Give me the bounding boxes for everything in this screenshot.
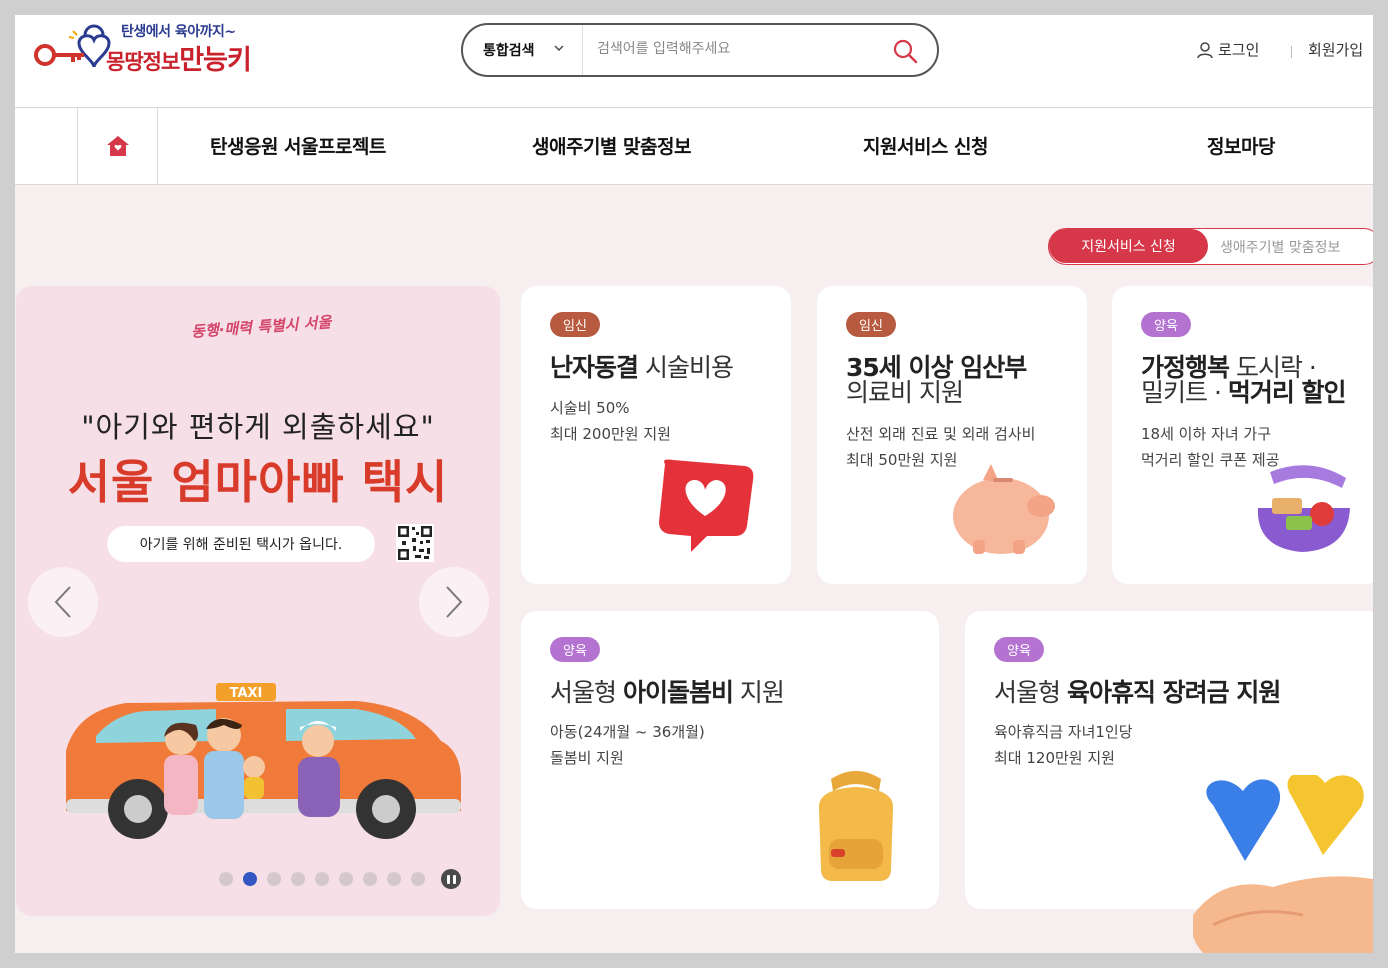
toggle-apply-service[interactable]: 지원서비스 신청 bbox=[1049, 229, 1208, 263]
card-line-2: 돌봄비 지원 bbox=[550, 749, 624, 767]
banner-next-button[interactable] bbox=[419, 567, 489, 637]
nav-home-button[interactable] bbox=[77, 108, 158, 184]
card-line-1: 육아휴직금 자녀1인당 bbox=[994, 723, 1133, 741]
card-line-1: 시술비 50% bbox=[550, 399, 630, 417]
category-badge: 임신 bbox=[846, 312, 896, 337]
service-card-meal-kit-discount[interactable]: 양육 가정행복 도시락 · 밀키트 · 먹거리 할인 18세 이하 자녀 가구 먹… bbox=[1112, 286, 1373, 584]
card-title-line2-bold: 먹거리 할인 bbox=[1227, 378, 1347, 407]
qr-code-icon bbox=[396, 524, 434, 562]
banner-title: 서울 엄마아빠 택시 bbox=[67, 455, 449, 509]
signup-link[interactable]: 회원가입 bbox=[1308, 39, 1363, 60]
hand-hearts-illustration bbox=[1193, 775, 1373, 953]
card-line-2: 최대 200만원 지원 bbox=[550, 425, 671, 443]
card-title: 서울형 아이돌봄비 지원 bbox=[550, 678, 785, 707]
search-input[interactable] bbox=[597, 36, 877, 62]
login-link[interactable]: 로그인 bbox=[1196, 39, 1259, 60]
carousel-dot[interactable] bbox=[411, 872, 425, 886]
card-title: 35세 이상 임산부 의료비 지원 bbox=[846, 355, 1027, 407]
category-badge: 임신 bbox=[550, 312, 600, 337]
card-line-1: 산전 외래 진료 및 외래 검사비 bbox=[846, 425, 1036, 443]
category-badge: 양육 bbox=[994, 637, 1044, 662]
banner-carousel[interactable]: 동행·매력 특별시 서울 "아기와 편하게 외출하세요" 서울 엄마아빠 택시 … bbox=[16, 286, 500, 916]
banner-slogan: 동행·매력 특별시 서울 bbox=[190, 313, 332, 341]
backpack-icon bbox=[818, 771, 894, 881]
heart-bubble-icon bbox=[659, 459, 754, 552]
logo-title-a: 몽땅정보 bbox=[106, 50, 180, 74]
header-divider bbox=[1291, 46, 1292, 58]
site-header: 탄생에서 육아까지~ 몽땅정보만능키 통합검색 로그인 회원가입 bbox=[15, 15, 1373, 108]
chevron-left-icon bbox=[54, 586, 71, 618]
site-logo[interactable]: 탄생에서 육아까지~ 몽땅정보만능키 bbox=[33, 15, 263, 77]
carousel-dot[interactable] bbox=[219, 872, 233, 886]
piggy-bank-icon bbox=[953, 464, 1055, 554]
pause-icon-bar bbox=[446, 874, 450, 884]
taxi-family-illustration: TAXI bbox=[66, 683, 461, 839]
card-line-2: 최대 120만원 지원 bbox=[994, 749, 1115, 767]
service-card-egg-freezing[interactable]: 임신 난자동결 시술비용 시술비 50% 최대 200만원 지원 bbox=[521, 286, 791, 584]
carousel-dot[interactable] bbox=[363, 872, 377, 886]
view-toggle: 지원서비스 신청 생애주기별 맞춤정보 bbox=[1048, 228, 1373, 265]
lunchbox-icon bbox=[1257, 465, 1350, 552]
service-card-childcare-subsidy[interactable]: 양육 서울형 아이돌봄비 지원 아동(24개월 ~ 36개월) 돌봄비 지원 bbox=[521, 611, 939, 909]
card-title-bold: 난자동결 bbox=[550, 353, 639, 382]
card-title-pre: 서울형 bbox=[550, 678, 623, 707]
card-line-1: 아동(24개월 ~ 36개월) bbox=[550, 723, 705, 741]
page-frame: 탄생에서 육아까지~ 몽땅정보만능키 통합검색 로그인 회원가입 탄생응원 서울… bbox=[15, 15, 1373, 953]
carousel-dot[interactable] bbox=[291, 872, 305, 886]
banner-prev-button[interactable] bbox=[28, 567, 98, 637]
nav-item-birth-project[interactable]: 탄생응원 서울프로젝트 bbox=[210, 132, 386, 159]
card-title-rest: 시술비용 bbox=[638, 353, 734, 382]
card-title: 서울형 육아휴직 장려금 지원 bbox=[994, 678, 1281, 707]
pause-icon-bar bbox=[452, 874, 456, 884]
card-title: 가정행복 도시락 · 밀키트 · 먹거리 할인 bbox=[1141, 355, 1347, 407]
taxi-sign-text: TAXI bbox=[230, 686, 263, 701]
banner-quote: "아기와 편하게 외출하세요" bbox=[81, 410, 435, 444]
logo-title: 몽땅정보만능키 bbox=[106, 38, 252, 77]
service-card-older-pregnancy[interactable]: 임신 35세 이상 임산부 의료비 지원 산전 외래 진료 및 외래 검사비 최대… bbox=[817, 286, 1087, 584]
chevron-down-icon[interactable] bbox=[553, 42, 565, 54]
carousel-pagination bbox=[219, 869, 461, 889]
search-icon[interactable] bbox=[891, 37, 919, 65]
search-divider bbox=[582, 25, 583, 75]
card-title-bold: 아이돌봄비 bbox=[622, 678, 734, 707]
search-type-select[interactable]: 통합검색 bbox=[483, 40, 535, 60]
login-label: 로그인 bbox=[1218, 41, 1260, 59]
card-title-bold: 육아휴직 장려금 지원 bbox=[1066, 678, 1281, 707]
user-icon bbox=[1197, 41, 1213, 58]
category-badge: 양육 bbox=[550, 637, 600, 662]
nav-item-info-board[interactable]: 정보마당 bbox=[1207, 132, 1275, 159]
nav-item-apply-service[interactable]: 지원서비스 신청 bbox=[863, 132, 988, 159]
carousel-dot-active[interactable] bbox=[243, 872, 257, 886]
card-title-rest: 의료비 지원 bbox=[846, 378, 964, 407]
carousel-dot[interactable] bbox=[339, 872, 353, 886]
home-icon bbox=[106, 136, 129, 156]
chevron-right-icon bbox=[446, 586, 463, 618]
card-line-2: 최대 50만원 지원 bbox=[846, 451, 958, 469]
main-nav: 탄생응원 서울프로젝트 생애주기별 맞춤정보 지원서비스 신청 정보마당 bbox=[15, 108, 1373, 185]
banner-pill: 아기를 위해 준비된 택시가 옵니다. bbox=[107, 526, 375, 562]
logo-title-b: 만능키 bbox=[179, 45, 252, 76]
search-bar: 통합검색 bbox=[461, 23, 939, 77]
carousel-dot[interactable] bbox=[315, 872, 329, 886]
carousel-pause-button[interactable] bbox=[441, 869, 461, 889]
card-title: 난자동결 시술비용 bbox=[550, 353, 734, 382]
carousel-dot[interactable] bbox=[387, 872, 401, 886]
card-title-line2-rest: 밀키트 · bbox=[1141, 378, 1228, 407]
nav-item-lifecycle-info[interactable]: 생애주기별 맞춤정보 bbox=[532, 132, 691, 159]
category-badge: 양육 bbox=[1141, 312, 1191, 337]
toggle-lifecycle-info[interactable]: 생애주기별 맞춤정보 bbox=[1220, 237, 1340, 257]
carousel-dot[interactable] bbox=[267, 872, 281, 886]
card-title-rest: 지원 bbox=[732, 678, 785, 707]
key-logo-icon bbox=[34, 24, 111, 68]
card-title-pre: 서울형 bbox=[994, 678, 1067, 707]
card-line-1: 18세 이하 자녀 가구 bbox=[1141, 425, 1271, 443]
